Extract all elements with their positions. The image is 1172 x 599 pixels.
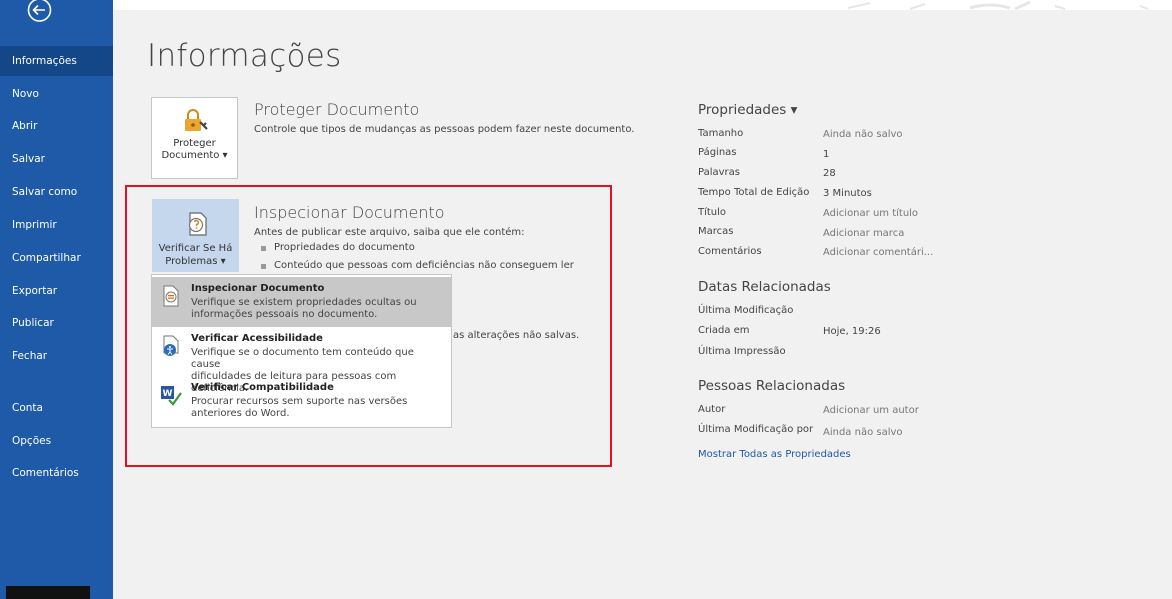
property-label: Palavras (698, 167, 740, 178)
date-label: Criada em (698, 325, 750, 336)
sidebar-item-abrir[interactable]: Abrir (0, 111, 113, 141)
sidebar-item-exportar[interactable]: Exportar (0, 276, 113, 306)
property-value: 1 (823, 149, 830, 160)
protect-description: Controle que tipos de mudanças as pessoa… (254, 124, 635, 135)
protect-heading: Proteger Documento (254, 100, 420, 119)
highlight-annotation-box (125, 185, 612, 467)
date-value: Hoje, 19:26 (823, 326, 881, 337)
sidebar-item-salvar-como[interactable]: Salvar como (0, 177, 113, 207)
property-value: Ainda não salvo (823, 129, 903, 140)
date-label: Última Modificação (698, 305, 794, 316)
lock-key-icon (184, 109, 208, 131)
protect-button-label-2: Documento ▾ (161, 150, 228, 161)
people-label: Última Modificação por (698, 424, 814, 435)
sidebar-item-salvar[interactable]: Salvar (0, 144, 113, 174)
top-strip (0, 0, 1172, 10)
sidebar-item-novo[interactable]: Novo (0, 79, 113, 109)
bottom-overlay (6, 586, 90, 599)
sidebar-item-conta[interactable]: Conta (0, 393, 113, 423)
page-title: Informações (147, 38, 342, 74)
property-value-tags-field[interactable]: Adicionar marca (823, 228, 904, 239)
backstage-sidebar: Informações Novo Abrir Salvar Salvar com… (0, 0, 113, 599)
sidebar-item-fechar[interactable]: Fechar (0, 341, 113, 371)
property-label: Título (698, 207, 727, 218)
property-value: 28 (823, 168, 836, 179)
show-all-properties-link[interactable]: Mostrar Todas as Propriedades (698, 449, 851, 460)
sidebar-item-compartilhar[interactable]: Compartilhar (0, 243, 113, 273)
decorative-pattern (847, 0, 1149, 10)
related-dates-heading: Datas Relacionadas (698, 279, 831, 295)
property-label: Páginas (698, 147, 737, 158)
related-people-heading: Pessoas Relacionadas (698, 378, 846, 394)
property-label: Comentários (698, 246, 762, 257)
property-value: 3 Minutos (823, 188, 872, 199)
sidebar-item-imprimir[interactable]: Imprimir (0, 210, 113, 240)
back-arrow-icon[interactable] (26, 0, 53, 24)
people-value: Ainda não salvo (823, 427, 903, 438)
date-label: Última Impressão (698, 346, 786, 357)
sidebar-item-opcoes[interactable]: Opções (0, 426, 113, 456)
property-value-comments-field[interactable]: Adicionar comentári... (823, 247, 933, 258)
properties-heading[interactable]: Propriedades ▾ (698, 102, 797, 118)
protect-document-button[interactable]: Proteger Documento ▾ (151, 97, 238, 179)
people-value-author-field[interactable]: Adicionar um autor (823, 405, 919, 416)
property-value-title-field[interactable]: Adicionar um título (823, 208, 918, 219)
property-label: Tamanho (698, 128, 744, 139)
people-label: Autor (698, 404, 726, 415)
sidebar-item-informacoes[interactable]: Informações (0, 46, 113, 76)
protect-button-label-1: Proteger (173, 138, 216, 149)
property-label: Marcas (698, 226, 734, 237)
sidebar-item-comentarios[interactable]: Comentários (0, 458, 113, 488)
sidebar-item-publicar[interactable]: Publicar (0, 308, 113, 338)
property-label: Tempo Total de Edição (698, 187, 810, 198)
